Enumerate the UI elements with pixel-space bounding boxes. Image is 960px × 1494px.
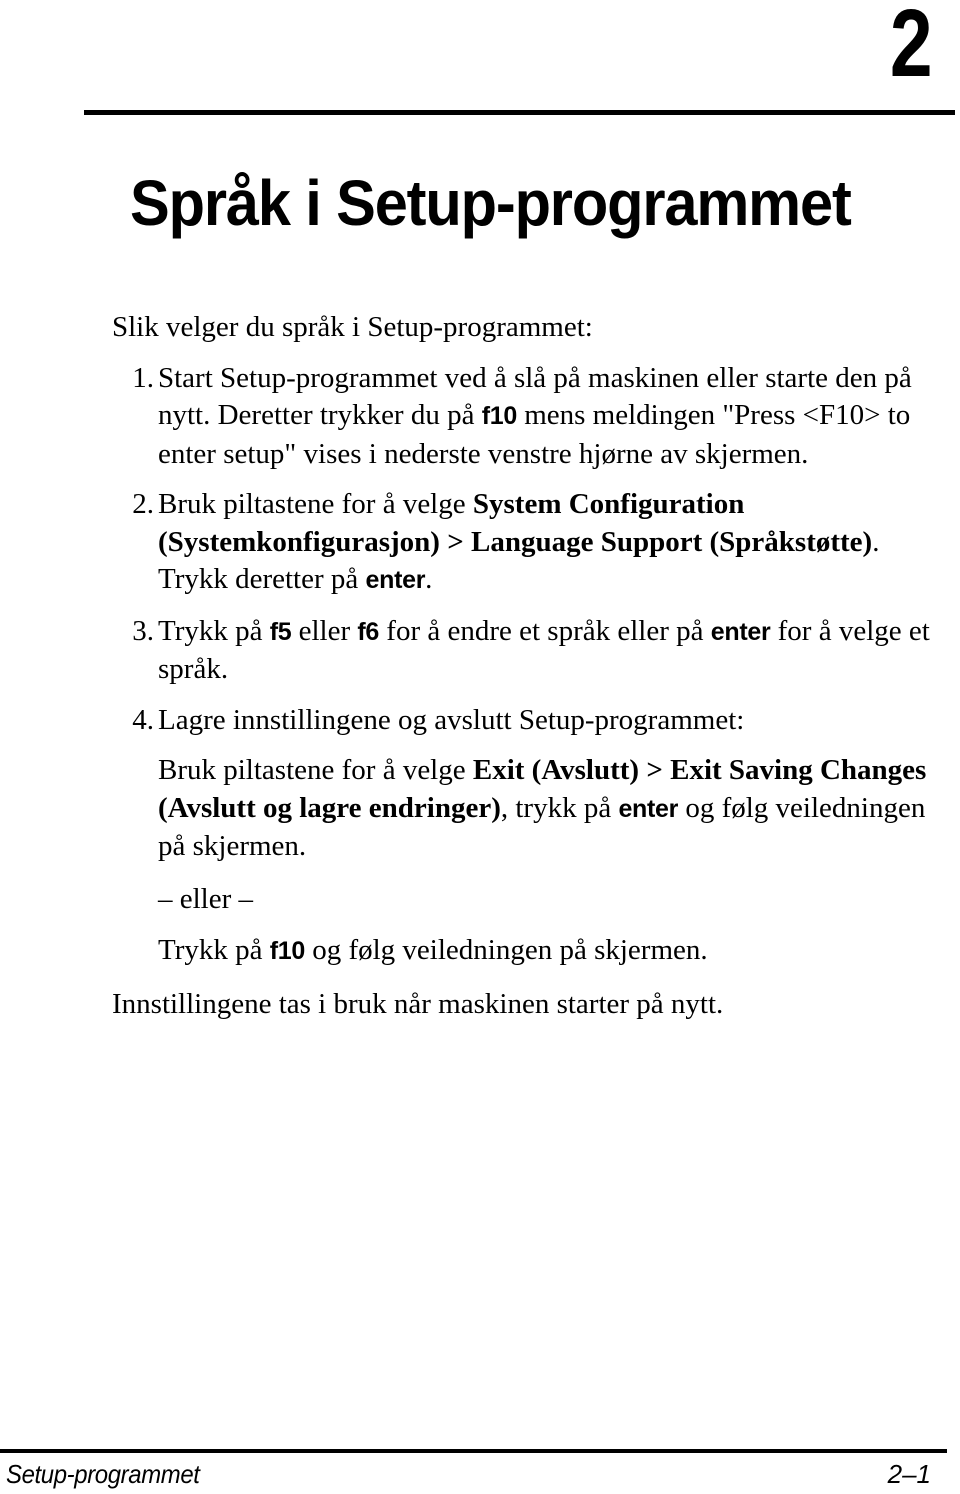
- key-name: f10: [269, 937, 306, 965]
- header-divider-rule: [84, 110, 955, 115]
- step-alt-paragraph: Trykk på f10 og følg veiledningen på skj…: [158, 932, 952, 971]
- text-run: og følg veiledningen på skjermen.: [304, 934, 708, 966]
- key-name: f5: [269, 617, 292, 646]
- step-sub-paragraph: Bruk piltastene for å velge Exit (Avslut…: [158, 752, 952, 866]
- step-text: Bruk piltastene for å velge System Confi…: [158, 488, 879, 595]
- key-name: f6: [357, 617, 380, 646]
- step-marker: 1.: [132, 361, 154, 394]
- list-item: 1. Start Setup-programmet ved å slå på m…: [112, 360, 952, 474]
- key-name: enter: [618, 794, 679, 823]
- text-run: , trykk på: [500, 791, 619, 824]
- step-marker: 3.: [132, 614, 154, 647]
- body-content: Slik velger du språk i Setup-programmet:…: [112, 309, 952, 1023]
- key-name: enter: [365, 566, 426, 594]
- list-item: 3. Trykk på f5 eller f6 for å endre et s…: [112, 613, 952, 689]
- step-text: Lagre innstillingene og avslutt Setup-pr…: [158, 704, 744, 736]
- text-run: Bruk piltastene for å velge: [158, 754, 473, 786]
- list-item: 2. Bruk piltastene for å velge System Co…: [112, 486, 952, 600]
- footer-divider-rule: [0, 1449, 947, 1453]
- or-separator: – eller –: [158, 882, 254, 915]
- text-run: eller: [291, 614, 358, 647]
- step-marker: 2.: [132, 488, 154, 520]
- key-name: f10: [481, 402, 518, 430]
- lead-line: Slik velger du språk i Setup-programmet:: [112, 311, 593, 343]
- closing-line: Innstillingene tas i bruk når maskinen s…: [112, 987, 724, 1020]
- text-run: .: [425, 563, 433, 595]
- text-run: Trykk på: [158, 934, 270, 966]
- text-run: Trykk på: [158, 614, 270, 647]
- text-run: for å endre et språk eller på: [379, 614, 711, 647]
- footer-page-number: 2–1: [887, 1459, 931, 1489]
- steps-list: 1. Start Setup-programmet ved å slå på m…: [112, 360, 952, 971]
- key-name: enter: [710, 617, 771, 646]
- chapter-number: 2: [889, 0, 933, 97]
- step-marker: 4.: [132, 703, 154, 736]
- page-title: Språk i Setup-programmet: [130, 166, 852, 239]
- text-run: Lagre innstillingene og avslutt Setup-pr…: [158, 703, 745, 736]
- step-text: Trykk på f5 eller f6 for å endre et språ…: [158, 615, 930, 686]
- text-run: Bruk piltastene for å velge: [158, 488, 473, 520]
- step-text: Start Setup-programmet ved å slå på mask…: [158, 362, 912, 470]
- list-item: 4. Lagre innstillingene og avslutt Setup…: [112, 702, 952, 971]
